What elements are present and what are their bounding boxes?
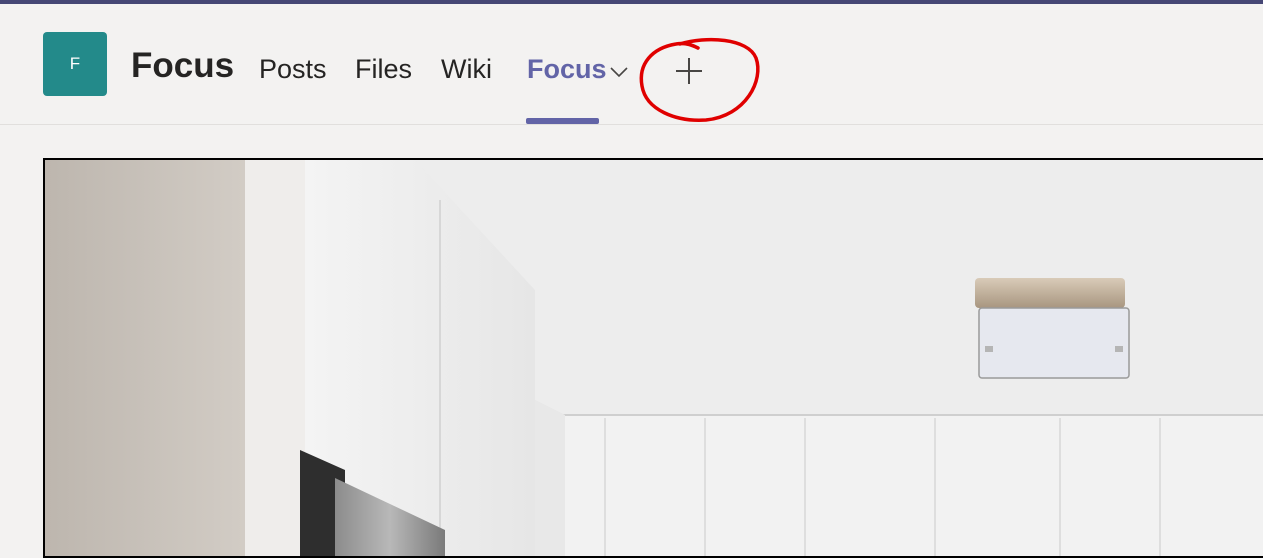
tab-files[interactable]: Files <box>355 52 412 86</box>
plus-icon[interactable] <box>672 54 706 88</box>
tab-posts[interactable]: Posts <box>259 52 327 86</box>
chevron-down-icon[interactable] <box>607 60 631 84</box>
tab-focus[interactable]: Focus <box>527 52 607 86</box>
active-tab-indicator <box>526 118 599 124</box>
tab-content-image <box>43 158 1263 558</box>
channel-header: F Focus Posts Files Wiki Focus <box>0 4 1263 125</box>
team-avatar[interactable]: F <box>43 32 107 96</box>
kitchen-photo <box>45 160 1263 556</box>
team-avatar-initial: F <box>69 54 81 73</box>
tab-wiki[interactable]: Wiki <box>441 52 492 86</box>
team-title: Focus <box>131 46 235 85</box>
